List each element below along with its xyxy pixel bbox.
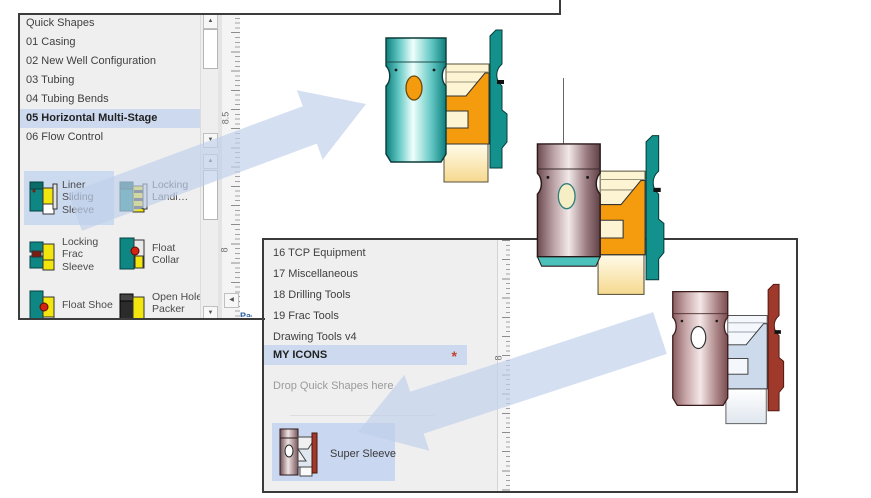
ruler-major-ticks [231, 13, 240, 318]
stencil-item-open-hole-packer[interactable]: Open Hole Packer [114, 283, 204, 318]
stencil-item-label: Locking Frac Sleeve [62, 236, 99, 273]
scroll-left-icon[interactable]: ◀ [224, 293, 239, 308]
scrollbar-thumb[interactable] [203, 170, 218, 220]
stencil-item-float-shoe[interactable]: Float Shoe [24, 283, 114, 318]
stencil-item-locking-landing[interactable]: Locking Landi… [114, 171, 204, 225]
section-06-flow-control[interactable]: 06 Flow Control [18, 128, 200, 147]
section-02-new-well[interactable]: 02 New Well Configuration [18, 52, 200, 71]
section-18-drilling-tools[interactable]: 18 Drilling Tools [264, 285, 497, 305]
section-05-horizontal-multi-stage[interactable]: 05 Horizontal Multi-Stage [18, 109, 200, 128]
stencil-section-list: Quick Shapes 01 Casing 02 New Well Confi… [18, 13, 202, 318]
float-shoe-icon [29, 290, 55, 318]
stencil-item-label: Liner Sliding Sleeve [62, 179, 95, 216]
stencil-item-liner-sliding-sleeve[interactable]: Liner Sliding Sleeve [24, 171, 114, 225]
section-my-icons[interactable]: MY ICONS * [264, 345, 467, 365]
section-19-frac-tools[interactable]: 19 Frac Tools [264, 306, 497, 326]
section-drawing-tools-v4[interactable]: Drawing Tools v4 [264, 327, 497, 347]
scrollbar-thumb[interactable] [203, 29, 218, 69]
stencil-item-super-sleeve[interactable]: Super Sleeve [272, 423, 397, 481]
drawing-canvas-sliver [240, 13, 252, 318]
scroll-up-icon[interactable]: ▲ [203, 14, 218, 29]
stencil-item-label: Float Shoe [62, 299, 113, 311]
sliding-sleeve-tool-brown[interactable] [527, 127, 667, 303]
fragment1-bottom-border [18, 318, 265, 320]
ruler-label: 8.5 [220, 111, 231, 125]
scroll-up-icon[interactable]: ▲ [203, 154, 218, 169]
sliding-sleeve-tool-teal[interactable] [376, 22, 510, 190]
list-divider [290, 415, 434, 416]
locking-frac-sleeve-icon [29, 241, 55, 271]
stencil-item-label: Open Hole Packer [152, 291, 203, 316]
section-16-tcp-equipment[interactable]: 16 TCP Equipment [264, 243, 497, 263]
section-01-casing[interactable]: 01 Casing [18, 33, 200, 52]
liner-sliding-sleeve-icon [29, 181, 58, 215]
stencil-item-locking-frac-sleeve[interactable]: Locking Frac Sleeve [24, 228, 114, 282]
drop-quick-shapes-hint: Drop Quick Shapes here [273, 380, 394, 392]
stencil-item-label: Locking Landi… [152, 179, 189, 204]
shapes-panel-top: Quick Shapes 01 Casing 02 New Well Confi… [18, 13, 252, 318]
float-collar-icon [119, 237, 145, 270]
scroll-down-icon[interactable]: ▼ [203, 133, 218, 148]
section-17-miscellaneous[interactable]: 17 Miscellaneous [264, 264, 497, 284]
fragment1-left-border [18, 13, 20, 320]
page-tab[interactable]: Page-1 [240, 311, 252, 317]
section-list-scrollbar[interactable]: ▲ ▼ ▲ ▼ [200, 13, 219, 318]
locking-landing-icon [119, 181, 148, 213]
section-03-tubing[interactable]: 03 Tubing [18, 71, 200, 90]
stencil-section-list: 16 TCP Equipment 17 Miscellaneous 18 Dri… [264, 240, 497, 491]
ruler-label: 8 [219, 247, 230, 253]
section-04-tubing-bends[interactable]: 04 Tubing Bends [18, 90, 200, 109]
section-my-icons-label: MY ICONS [273, 349, 328, 361]
stencil-item-label: Float Collar [152, 242, 180, 267]
open-hole-packer-icon [119, 293, 145, 318]
stencil-item-float-collar[interactable]: Float Collar [114, 228, 204, 282]
stencil-item-label: Super Sleeve [330, 448, 397, 460]
fragment1-top-border [18, 13, 561, 15]
vertical-ruler: 8.5 8 [219, 13, 241, 318]
scroll-down-icon[interactable]: ▼ [203, 306, 218, 318]
required-asterisk-icon: * [451, 348, 457, 364]
fragment1-border-stub [559, 0, 561, 15]
ruler-label: 8 [493, 355, 504, 361]
super-sleeve-icon [279, 428, 318, 477]
sliding-sleeve-tool-maroon[interactable] [663, 277, 787, 431]
slide-canvas: Quick Shapes 01 Casing 02 New Well Confi… [0, 0, 871, 498]
section-quick-shapes[interactable]: Quick Shapes [18, 14, 200, 33]
